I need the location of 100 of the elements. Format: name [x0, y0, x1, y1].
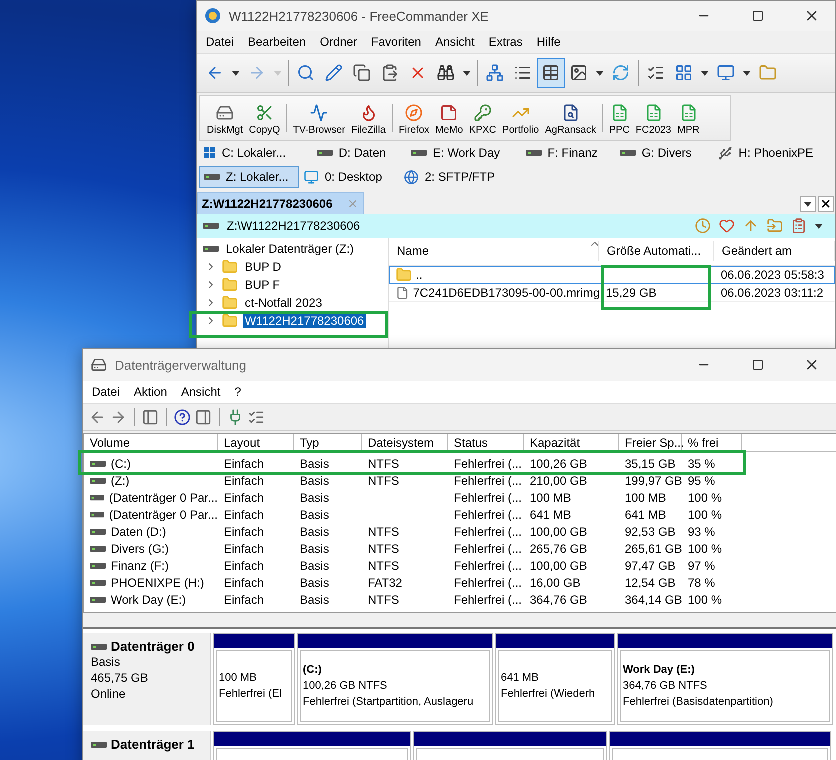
table-cell: Fehlerfrei (... [454, 474, 522, 488]
close-panel-button[interactable] [818, 196, 834, 212]
table-cell: 100,00 GB [530, 558, 588, 572]
column-header[interactable]: Volume [84, 434, 218, 452]
table-cell: Fehlerfrei (... [454, 508, 522, 522]
table-cell: Einfach [224, 490, 264, 504]
column-header[interactable]: Name [389, 241, 599, 261]
menu-item[interactable]: Bearbeiten [241, 33, 314, 51]
table-cell: Basis [300, 490, 330, 504]
launcher-button[interactable]: Firefox [396, 98, 432, 138]
globe-icon [404, 170, 419, 184]
menu-item[interactable]: Hilfe [530, 33, 568, 51]
partition-block[interactable]: 641 MB Fehlerfrei (Wiederh [495, 633, 615, 725]
column-header[interactable]: Status [448, 434, 524, 452]
drive-button[interactable]: Z: Lokaler... [199, 166, 299, 188]
tab-menu-button[interactable] [800, 196, 816, 212]
partition-size: 100 MB [219, 671, 258, 686]
tree-item[interactable]: Lokaler Datenträger (Z:) [224, 242, 356, 256]
desktop-icon [304, 170, 319, 184]
menu-item[interactable]: Extras [482, 33, 530, 51]
launcher-button[interactable]: FC2023 [632, 98, 674, 138]
list-view-icon [514, 64, 532, 82]
folder-tab[interactable]: Z:W1122H21778230606 [197, 192, 364, 214]
drive-icon [203, 246, 219, 252]
toolbar-button[interactable] [537, 58, 565, 88]
launcher-button[interactable]: FileZilla [348, 98, 389, 138]
menu-item[interactable]: Favoriten [364, 33, 428, 51]
partition-title: (C:) [303, 663, 323, 678]
table-cell: 265,76 GB [530, 542, 588, 556]
path-text: Z:\W1122H21778230606 [227, 219, 362, 233]
pencil-icon [325, 64, 343, 82]
drive-button[interactable]: G: Divers [614, 142, 713, 164]
folder-icon [759, 64, 777, 82]
table-cell: 35,15 GB [625, 456, 676, 470]
folder-icon [222, 313, 238, 329]
table-cell: Basis [300, 524, 330, 538]
partition-size: 100,26 GB NTFS [303, 679, 388, 694]
launcher-button[interactable]: PPC [606, 98, 633, 138]
table-cell: Fehlerfrei (... [454, 490, 522, 504]
launcher-button[interactable]: AgRansack [542, 98, 600, 138]
table-cell: Fehlerfrei (... [454, 592, 522, 606]
drive-icon [90, 512, 104, 518]
drive-icon [316, 150, 333, 156]
drive-button[interactable]: E: Work Day [406, 142, 521, 164]
menu-item[interactable]: Ansicht [174, 383, 228, 401]
tree-item[interactable]: BUP F [243, 278, 282, 292]
menu-item[interactable]: ? [228, 383, 248, 401]
clipboard-icon [381, 64, 399, 82]
drive-button[interactable]: C: Lokaler... [199, 142, 312, 164]
column-header[interactable]: Geändert am [714, 241, 835, 261]
tree-item[interactable]: BUP D [243, 260, 284, 274]
action-pane-icon[interactable] [195, 408, 212, 426]
spreadsheet-icon [610, 104, 629, 122]
menu-item[interactable]: Ansicht [428, 33, 482, 51]
launcher-button[interactable]: MeMo [432, 98, 466, 138]
drive-button[interactable]: H: PhoenixPE [712, 142, 835, 164]
window-title: W1122H21778230606 - FreeCommander XE [229, 8, 490, 24]
drive-icon [90, 460, 106, 466]
menu-item[interactable]: Datei [85, 383, 128, 401]
menu-item[interactable]: Datei [199, 33, 242, 51]
table-cell: 100 % [688, 508, 722, 522]
drive-icon [203, 223, 219, 229]
table-cell: Basis [300, 474, 330, 488]
partition-block[interactable]: 100 MB Fehlerfrei (El [213, 633, 295, 725]
column-header[interactable]: % frei [682, 434, 742, 452]
table-cell: NTFS [368, 542, 400, 556]
caret-icon [232, 70, 240, 76]
drive-button[interactable]: 0: Desktop [299, 166, 399, 188]
column-header[interactable]: Layout [218, 434, 294, 452]
launcher-button[interactable]: MPR [674, 98, 703, 138]
drive-icon [90, 494, 104, 500]
menu-item[interactable]: Ordner [313, 33, 364, 51]
disk-name: Datenträger 1 [91, 737, 202, 752]
console-tree-icon[interactable] [142, 408, 159, 426]
partition-block[interactable]: Work Day (E:) 364,76 GB NTFS Fehlerfrei (Basisdatenpartition) [617, 633, 833, 725]
table-cell: 35 % [688, 456, 716, 470]
partition-size: 641 MB [501, 671, 540, 686]
launcher-button[interactable]: CopyQ [246, 98, 284, 138]
column-header[interactable]: Typ [294, 434, 362, 452]
checklist-icon [647, 64, 665, 82]
column-header[interactable]: Größe Automati... [599, 241, 714, 261]
launcher-button[interactable]: Portfolio [500, 98, 542, 138]
launcher-button[interactable]: KPXC [466, 98, 500, 138]
column-header[interactable]: Freier Sp... [619, 434, 682, 452]
drive-button[interactable]: 2: SFTP/FTP [399, 166, 549, 188]
column-header[interactable]: Dateisystem [362, 434, 448, 452]
table-cell: 97 % [688, 558, 716, 572]
help-icon[interactable] [174, 408, 191, 426]
menu-item[interactable]: Aktion [127, 383, 174, 401]
close-tab-icon [346, 198, 359, 210]
launcher-button[interactable]: DiskMgt [204, 98, 246, 138]
drive-button[interactable]: D: Daten [312, 142, 406, 164]
column-header[interactable]: Kapazität [524, 434, 619, 452]
tree-item[interactable]: W1122H21778230606 [243, 314, 366, 328]
drive-button[interactable]: F: Finanz [520, 142, 615, 164]
launcher-button[interactable]: TV-Browser [290, 98, 348, 138]
tree-item[interactable]: ct-Notfall 2023 [243, 296, 324, 310]
partition-block[interactable]: (C:) 100,26 GB NTFS Fehlerfrei (Startpartition, Auslageru [297, 633, 493, 725]
folder-icon [396, 267, 412, 283]
volume-name: PHOENIXPE (H:) [111, 576, 204, 590]
